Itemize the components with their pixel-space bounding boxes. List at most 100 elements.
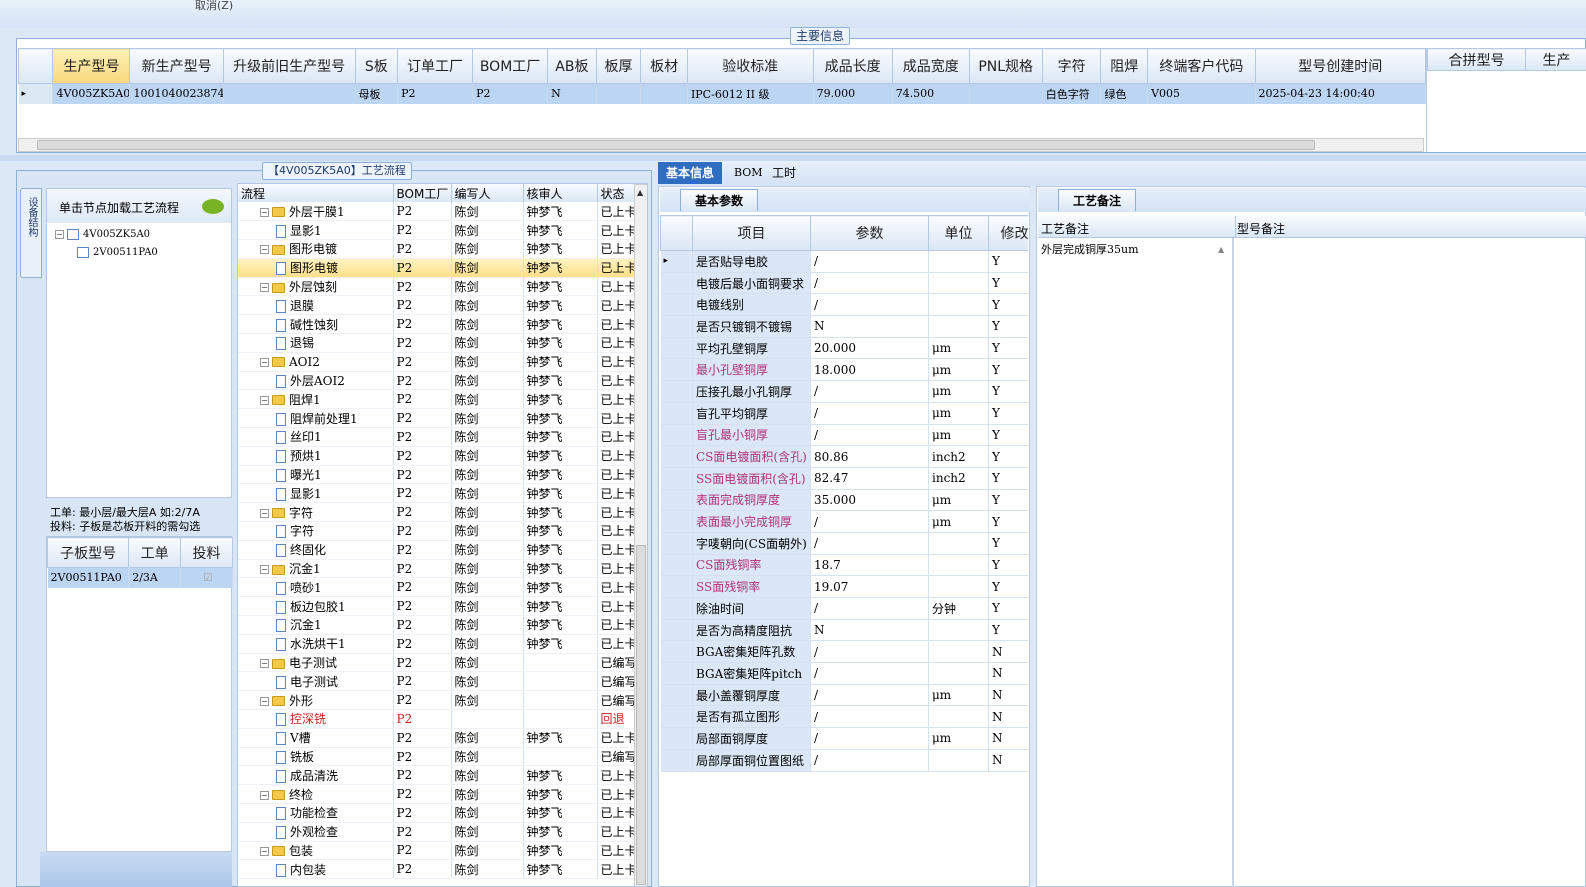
row-indicator[interactable] [660, 358, 693, 382]
param-value[interactable]: / [810, 727, 929, 750]
flow-cell[interactable]: 钟梦飞 [523, 615, 598, 635]
flow-cell[interactable]: 钟梦飞 [523, 521, 598, 541]
flow-name-cell[interactable]: − 字符 [238, 502, 394, 523]
flow-name-cell[interactable]: 曝光1 [238, 465, 394, 485]
cancel-button[interactable]: 取消(Z) [195, 0, 233, 13]
flow-row[interactable]: 电子测试 P2 陈剑 已编写 [238, 671, 637, 692]
flow-cell[interactable]: 陈剑 [451, 371, 524, 391]
flow-name-cell[interactable]: − 沉金1 [238, 559, 394, 579]
flow-cell[interactable]: 钟梦飞 [523, 408, 598, 429]
flow-cell[interactable]: 陈剑 [451, 540, 524, 560]
flow-row[interactable]: 外观检查 P2 陈剑 钟梦飞 已上卡 [238, 822, 637, 842]
flow-cell[interactable]: 钟梦飞 [523, 859, 598, 880]
flow-cell[interactable]: 陈剑 [451, 277, 524, 297]
param-row[interactable]: 压接孔最小孔铜厚 / μm Y [660, 380, 1028, 403]
row-indicator[interactable] [660, 337, 693, 360]
flow-cell[interactable]: 已上卡 [597, 765, 637, 786]
flow-col-header[interactable]: BOM工厂 [393, 184, 452, 202]
flow-name-cell[interactable]: 退膜 [238, 295, 394, 316]
param-value[interactable]: 18.7 [810, 554, 929, 577]
flow-cell[interactable]: 已上卡 [597, 352, 637, 372]
flow-cell[interactable]: P2 [393, 577, 452, 598]
param-col-header[interactable]: 修改 [988, 215, 1028, 251]
param-modify[interactable]: N [988, 727, 1028, 750]
flow-cell[interactable]: 陈剑 [451, 220, 524, 241]
flow-row[interactable]: 终固化 P2 陈剑 钟梦飞 已上卡 [238, 540, 637, 560]
flow-cell[interactable]: P2 [393, 333, 452, 353]
remark-scroll-icon[interactable]: ▲ [1218, 245, 1224, 254]
param-row[interactable]: 电镀后最小面铜要求 / Y [660, 272, 1028, 295]
flow-row[interactable]: − 阻焊1 P2 陈剑 钟梦飞 已上卡 [238, 389, 637, 410]
flow-cell[interactable]: P2 [393, 220, 452, 241]
expand-icon[interactable]: − [260, 846, 269, 856]
flow-col-header[interactable]: 编写人 [451, 184, 524, 202]
param-modify[interactable]: Y [988, 380, 1028, 403]
flow-cell[interactable]: 陈剑 [451, 483, 524, 504]
param-modify[interactable]: N [988, 640, 1028, 664]
flow-cell[interactable]: 已上卡 [597, 859, 637, 880]
flow-name-cell[interactable]: 终固化 [238, 540, 394, 560]
flow-cell[interactable]: 钟梦飞 [523, 634, 598, 654]
flow-cell[interactable]: 陈剑 [451, 747, 524, 767]
flow-cell[interactable]: 陈剑 [451, 765, 524, 786]
tree-child[interactable]: 2V00511PA0 [55, 247, 231, 265]
main-cell[interactable]: 母板 [355, 83, 399, 104]
flow-cell[interactable]: 已上卡 [597, 427, 637, 447]
flow-cell[interactable]: 钟梦飞 [523, 596, 598, 617]
flow-row[interactable]: 成品清洗 P2 陈剑 钟梦飞 已上卡 [238, 765, 637, 786]
flow-cell[interactable]: 已上卡 [597, 277, 637, 297]
flow-cell[interactable]: 陈剑 [451, 784, 524, 804]
flow-cell[interactable]: P2 [393, 352, 452, 372]
expand-icon[interactable]: − [260, 395, 269, 405]
flow-name-cell[interactable]: 阻焊前处理1 [238, 408, 394, 429]
flow-cell[interactable] [451, 709, 524, 729]
row-indicator[interactable] [660, 554, 693, 577]
flow-name-cell[interactable]: 丝印1 [238, 427, 394, 447]
main-cell[interactable]: 79.000 [813, 83, 893, 104]
flow-cell[interactable]: 已上卡 [597, 784, 637, 804]
flow-row[interactable]: 碱性蚀刻 P2 陈剑 钟梦飞 已上卡 [238, 314, 637, 335]
flow-col-header[interactable]: 状态 [597, 184, 637, 202]
param-modify[interactable]: Y [988, 467, 1028, 490]
flow-cell[interactable]: P2 [393, 615, 452, 635]
param-modify[interactable]: Y [988, 489, 1028, 512]
param-value[interactable]: / [810, 293, 929, 317]
main-cell[interactable]: IPC-6012 II 级 [687, 83, 814, 104]
tree-root[interactable]: −4V005ZK5A0 [55, 229, 231, 247]
flow-name-cell[interactable]: V槽 [238, 728, 394, 748]
param-modify[interactable]: Y [988, 619, 1028, 642]
flow-row[interactable]: − 外形 P2 陈剑 已编写 [238, 690, 637, 711]
flow-cell[interactable]: P2 [393, 859, 452, 880]
expand-icon[interactable]: − [260, 508, 269, 518]
flow-scrollbar[interactable]: ▲ [634, 184, 647, 886]
row-indicator[interactable] [660, 727, 693, 750]
flow-row[interactable]: 字符 P2 陈剑 钟梦飞 已上卡 [238, 521, 637, 541]
flow-cell[interactable]: P2 [393, 540, 452, 560]
param-value[interactable]: / [810, 597, 929, 620]
flow-cell[interactable]: 陈剑 [451, 653, 524, 673]
main-cell[interactable]: 绿色 [1100, 83, 1149, 104]
flow-cell[interactable]: 陈剑 [451, 389, 524, 410]
flow-cell[interactable]: 已编写 [597, 690, 637, 711]
param-value[interactable]: / [810, 424, 929, 447]
flow-cell[interactable]: 陈剑 [451, 690, 524, 711]
flow-cell[interactable]: 已上卡 [597, 521, 637, 541]
param-modify[interactable]: Y [988, 510, 1028, 533]
main-cell[interactable]: 74.500 [892, 83, 970, 104]
main-col-header[interactable]: 生产型号 [52, 48, 131, 84]
tab-process-remark[interactable]: 工艺备注 [1058, 189, 1137, 211]
flow-cell[interactable]: P2 [393, 465, 452, 485]
tab-basic-params[interactable]: 基本参数 [680, 189, 759, 211]
flow-name-cell[interactable]: 板边包胶1 [238, 596, 394, 617]
param-modify[interactable]: Y [988, 445, 1028, 468]
flow-cell[interactable]: P2 [393, 277, 452, 297]
flow-cell[interactable]: 已上卡 [597, 540, 637, 560]
flow-cell[interactable]: 陈剑 [451, 295, 524, 316]
flow-scroll-thumb[interactable] [636, 545, 646, 885]
param-value[interactable]: 18.000 [810, 358, 929, 382]
expand-icon[interactable]: − [260, 790, 269, 800]
flow-cell[interactable]: 陈剑 [451, 634, 524, 654]
row-indicator[interactable] [660, 575, 693, 598]
param-modify[interactable]: Y [988, 424, 1028, 447]
flow-cell[interactable] [523, 747, 598, 767]
